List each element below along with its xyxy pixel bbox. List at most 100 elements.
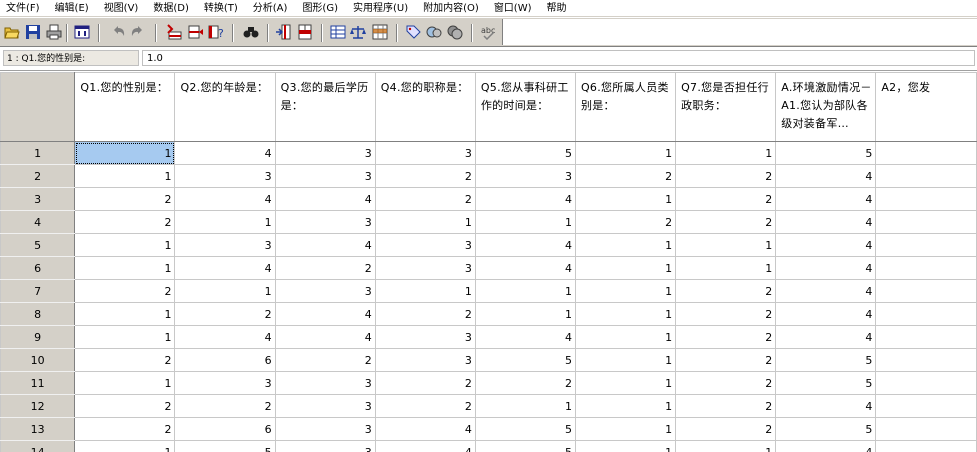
data-cell[interactable]: 4 [174,325,276,349]
data-cell[interactable]: 5 [174,440,276,452]
data-cell[interactable]: 1 [74,371,176,395]
data-cell[interactable]: 1 [574,256,677,280]
data-cell[interactable]: 3 [174,164,276,188]
data-cell[interactable] [875,348,977,372]
column-header[interactable]: Q1.您的性别是： [74,72,176,142]
row-header[interactable]: 10 [0,348,76,372]
data-cell[interactable]: 2 [74,394,176,418]
data-cell[interactable]: 2 [675,394,777,418]
data-cell[interactable]: 4 [374,417,476,441]
data-cell[interactable] [875,440,977,452]
data-cell[interactable]: 2 [374,394,476,418]
spell-icon[interactable]: abc [480,24,496,40]
data-cell[interactable]: 2 [74,187,176,211]
data-cell[interactable]: 5 [474,417,576,441]
data-cell[interactable]: 2 [675,325,777,349]
data-cell[interactable]: 4 [374,440,476,452]
select-cases-icon[interactable] [372,24,388,40]
row-header[interactable]: 8 [0,302,76,326]
menu-item[interactable]: 帮助 [540,1,575,16]
data-cell[interactable]: 2 [174,302,276,326]
menu-item[interactable]: 数据(D) [146,1,197,16]
data-cell[interactable]: 4 [775,233,877,257]
insert-variable-icon[interactable] [275,24,291,40]
data-cell[interactable]: 2 [675,371,777,395]
data-cell[interactable] [875,233,977,257]
menu-item[interactable]: 实用程序(U) [346,1,416,16]
data-cell[interactable]: 1 [574,302,677,326]
column-header[interactable]: A.环境激励情况－A1.您认为部队各级对装备军… [775,72,877,142]
data-cell[interactable]: 6 [174,348,276,372]
data-cell[interactable] [875,279,977,303]
column-header[interactable]: Q7.您是否担任行政职务： [675,72,777,142]
data-cell[interactable]: 3 [374,348,476,372]
data-cell[interactable]: 1 [675,440,777,452]
menu-item[interactable]: 视图(V) [97,1,147,16]
variables-icon[interactable]: ? [208,24,224,40]
data-cell[interactable]: 2 [374,302,476,326]
data-cell[interactable]: 3 [274,279,376,303]
data-cell[interactable]: 4 [775,394,877,418]
data-cell[interactable]: 3 [374,325,476,349]
row-header[interactable]: 3 [0,187,76,211]
data-cell[interactable]: 3 [274,394,376,418]
data-cell[interactable]: 4 [274,233,376,257]
open-icon[interactable] [4,24,20,40]
menu-item[interactable]: 窗口(W) [487,1,540,16]
data-cell[interactable]: 2 [574,210,677,234]
data-cell[interactable] [875,371,977,395]
use-sets-icon[interactable] [426,24,442,40]
row-header[interactable]: 7 [0,279,76,303]
column-header[interactable]: Q6.您所属人员类别是： [574,72,677,142]
data-cell[interactable]: 2 [675,348,777,372]
data-cell[interactable]: 2 [274,256,376,280]
data-cell[interactable] [875,141,977,165]
row-header[interactable]: 14 [0,440,76,452]
data-cell[interactable]: 3 [274,440,376,452]
data-grid-icon[interactable] [330,24,346,40]
value-labels-icon[interactable] [405,24,421,40]
row-header[interactable]: 13 [0,417,76,441]
undo-icon[interactable] [110,24,126,40]
data-cell[interactable]: 6 [174,417,276,441]
data-cell[interactable]: 3 [274,210,376,234]
column-header[interactable]: Q4.您的职称是： [374,72,476,142]
data-cell[interactable]: 1 [74,302,176,326]
data-cell[interactable]: 2 [274,348,376,372]
data-cell[interactable]: 1 [374,210,476,234]
data-cell[interactable] [875,417,977,441]
data-cell[interactable]: 4 [474,187,576,211]
data-cell[interactable]: 3 [274,371,376,395]
data-cell[interactable]: 5 [775,141,877,165]
column-header[interactable]: Q3.您的最后学历是： [274,72,376,142]
data-cell[interactable]: 1 [574,279,677,303]
data-cell[interactable]: 5 [474,348,576,372]
split-file-icon[interactable] [297,24,313,40]
data-cell[interactable]: 3 [274,141,376,165]
data-cell[interactable]: 4 [174,256,276,280]
data-cell[interactable]: 5 [474,440,576,452]
data-cell[interactable]: 3 [174,233,276,257]
data-cell[interactable]: 4 [274,302,376,326]
grid-corner[interactable] [0,72,76,142]
data-cell[interactable]: 4 [775,164,877,188]
menu-item[interactable]: 分析(A) [246,1,296,16]
data-cell[interactable]: 5 [775,417,877,441]
data-cell[interactable]: 2 [74,348,176,372]
data-cell[interactable]: 4 [474,233,576,257]
row-header[interactable]: 2 [0,164,76,188]
data-cell[interactable]: 1 [574,233,677,257]
data-cell[interactable]: 2 [74,210,176,234]
data-cell[interactable]: 4 [174,141,276,165]
data-cell[interactable]: 3 [374,233,476,257]
data-cell[interactable]: 2 [74,417,176,441]
data-cell[interactable]: 1 [574,440,677,452]
data-cell[interactable]: 2 [374,371,476,395]
data-cell[interactable]: 2 [374,187,476,211]
row-header[interactable]: 5 [0,233,76,257]
data-cell[interactable]: 4 [775,256,877,280]
dialog-recall-icon[interactable] [74,24,90,40]
data-cell[interactable]: 1 [675,141,777,165]
data-cell[interactable]: 4 [775,279,877,303]
data-cell[interactable]: 3 [274,164,376,188]
